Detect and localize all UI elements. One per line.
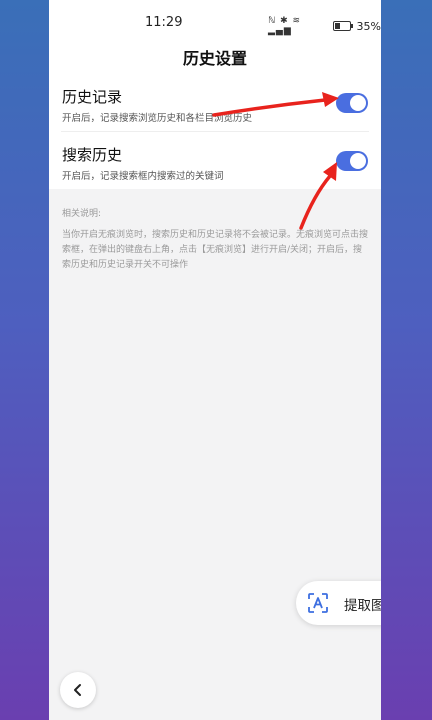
extract-text-button[interactable]: 提取图中文字 xyxy=(296,581,381,625)
battery-icon xyxy=(332,21,353,31)
setting-row-search: 搜索历史 开启后，记录搜索框内搜索过的关键词 xyxy=(49,132,381,189)
notes-section: 相关说明: 当你开启无痕浏览时，搜索历史和历史记录将不会被记录。无痕浏览可点击搜… xyxy=(62,207,368,273)
status-icons: ℕ ✱ ≋ ▂▄▆ 35% xyxy=(268,16,381,36)
text-recognition-icon xyxy=(308,593,328,613)
setting-title-search: 搜索历史 xyxy=(62,146,123,164)
signal-icons: ℕ ✱ ≋ ▂▄▆ xyxy=(268,16,302,36)
setting-title-history: 历史记录 xyxy=(62,88,123,106)
search-history-toggle[interactable] xyxy=(336,151,368,171)
status-bar: 11:29 ℕ ✱ ≋ ▂▄▆ 35% xyxy=(49,0,381,40)
history-toggle[interactable] xyxy=(336,93,368,113)
toggle-knob xyxy=(350,153,366,169)
setting-row-history: 历史记录 开启后，记录搜索浏览历史和各栏目浏览历史 xyxy=(49,74,381,132)
title-bar: 历史设置 xyxy=(49,40,381,74)
back-button[interactable] xyxy=(60,672,96,708)
notes-heading: 相关说明: xyxy=(62,209,102,219)
extract-text-label: 提取图中文字 xyxy=(344,598,381,614)
battery-percent: 35% xyxy=(356,19,381,33)
toggle-knob xyxy=(350,95,366,111)
status-time: 11:29 xyxy=(145,15,183,30)
notes-body: 当你开启无痕浏览时，搜索历史和历史记录将不会被记录。无痕浏览可点击搜索框，在弹出… xyxy=(62,230,369,270)
phone-screen: 11:29 ℕ ✱ ≋ ▂▄▆ 35% 历史设置 历史记录 开启后，记录搜索浏览… xyxy=(49,0,381,720)
chevron-left-icon xyxy=(74,684,81,696)
page-title: 历史设置 xyxy=(182,49,247,68)
setting-desc-history: 开启后，记录搜索浏览历史和各栏目浏览历史 xyxy=(62,113,253,124)
setting-desc-search: 开启后，记录搜索框内搜索过的关键词 xyxy=(62,171,224,182)
settings-card: 历史记录 开启后，记录搜索浏览历史和各栏目浏览历史 搜索历史 开启后，记录搜索框… xyxy=(49,74,381,189)
